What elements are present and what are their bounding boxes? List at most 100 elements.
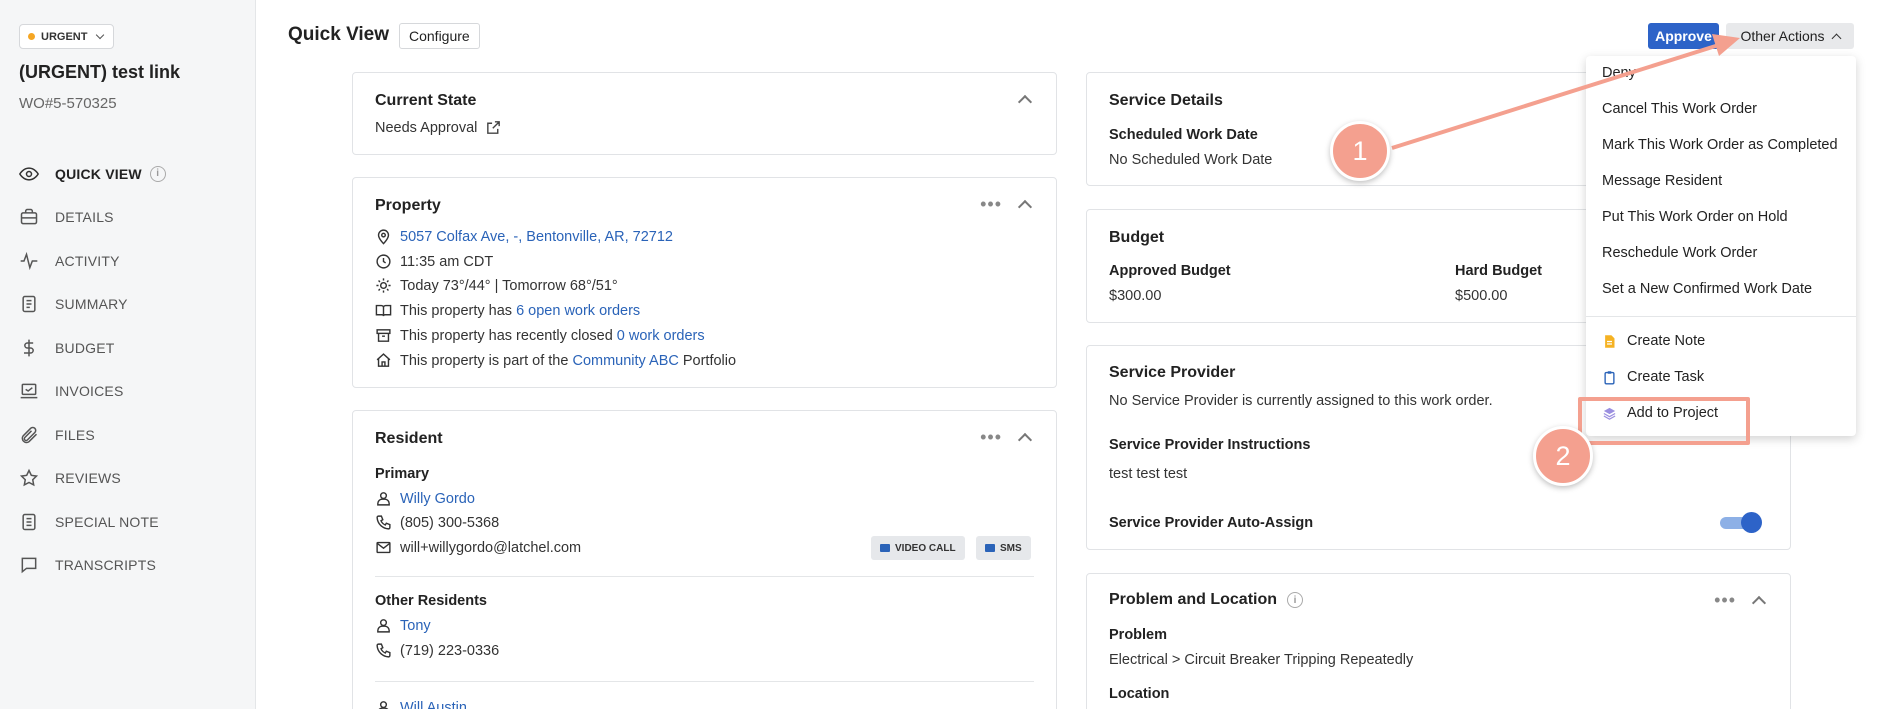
- more-icon[interactable]: •••: [980, 428, 1002, 446]
- urgency-dropdown[interactable]: URGENT: [19, 24, 115, 49]
- sidebar-item-reviews[interactable]: REVIEWS: [19, 457, 166, 501]
- phone-icon: [376, 515, 391, 530]
- book-icon: [375, 304, 392, 317]
- invoice-icon: [20, 383, 38, 399]
- other-actions-button[interactable]: Other Actions: [1726, 23, 1854, 49]
- collapse-icon[interactable]: [1751, 595, 1767, 611]
- user-icon: [377, 492, 390, 506]
- hard-budget-value: $500.00: [1455, 288, 1508, 304]
- divider: [375, 576, 1034, 577]
- menu-item-set-confirmed-date[interactable]: Set a New Confirmed Work Date: [1602, 281, 1812, 297]
- menu-item-put-on-hold[interactable]: Put This Work Order on Hold: [1602, 209, 1788, 225]
- instructions-label: Service Provider Instructions: [1109, 437, 1311, 453]
- external-link-icon[interactable]: [485, 119, 502, 136]
- sidebar-item-transcripts[interactable]: TRANSCRIPTS: [19, 544, 166, 588]
- current-state-value: Needs Approval: [375, 119, 478, 136]
- clock-icon: [376, 254, 391, 269]
- auto-assign-toggle[interactable]: [1720, 512, 1762, 533]
- sidebar-item-quick-view[interactable]: QUICK VIEW i: [19, 152, 166, 196]
- menu-item-create-task[interactable]: Create Task: [1602, 369, 1704, 385]
- resident-card: Resident ••• Primary Willy Gordo (805) 3…: [352, 410, 1057, 709]
- menu-item-message-resident[interactable]: Message Resident: [1602, 173, 1722, 189]
- property-address-link[interactable]: 5057 Colfax Ave, -, Bentonville, AR, 727…: [400, 229, 673, 245]
- problem-value: Electrical > Circuit Breaker Tripping Re…: [1109, 652, 1414, 668]
- open-orders-text: This property has 6 open work orders: [400, 302, 641, 319]
- sidebar-item-budget[interactable]: BUDGET: [19, 326, 166, 370]
- sms-button[interactable]: SMS: [976, 536, 1031, 560]
- paperclip-icon: [21, 426, 38, 443]
- more-icon[interactable]: •••: [1714, 591, 1736, 609]
- third-resident-link[interactable]: Will Austin: [400, 700, 467, 709]
- sidebar-item-label: BUDGET: [55, 339, 115, 356]
- other-actions-label: Other Actions: [1740, 28, 1825, 44]
- sidebar-item-special-note[interactable]: SPECIAL NOTE: [19, 500, 166, 544]
- menu-item-cancel[interactable]: Cancel This Work Order: [1602, 101, 1757, 117]
- collapse-icon[interactable]: [1017, 199, 1033, 215]
- sidebar-item-label: DETAILS: [55, 209, 114, 226]
- service-provider-status: No Service Provider is currently assigne…: [1109, 393, 1493, 409]
- sidebar-item-invoices[interactable]: INVOICES: [19, 370, 166, 414]
- mail-icon: [376, 541, 391, 554]
- sidebar-item-label: FILES: [55, 426, 95, 443]
- archive-icon: [376, 329, 391, 342]
- approved-budget-label: Approved Budget: [1109, 263, 1231, 279]
- star-icon: [19, 469, 39, 487]
- scheduled-date-value: No Scheduled Work Date: [1109, 152, 1273, 168]
- other-resident-link[interactable]: Tony: [400, 618, 431, 634]
- sidebar-nav: QUICK VIEW i DETAILS ACTIVITY SUMMARY BU…: [19, 152, 166, 587]
- card-title: Property: [375, 197, 441, 214]
- user-icon: [377, 619, 390, 633]
- activity-icon: [20, 251, 38, 270]
- card-title: Resident: [375, 430, 443, 447]
- auto-assign-label: Service Provider Auto-Assign: [1109, 515, 1314, 531]
- menu-divider: [1586, 316, 1856, 317]
- problem-label: Problem: [1109, 627, 1168, 643]
- current-state-card: Current State Needs Approval: [352, 72, 1057, 155]
- collapse-icon[interactable]: [1017, 432, 1033, 448]
- primary-resident-link[interactable]: Willy Gordo: [400, 491, 475, 507]
- sidebar-item-activity[interactable]: ACTIVITY: [19, 239, 166, 283]
- sidebar-item-details[interactable]: DETAILS: [19, 196, 166, 240]
- primary-label: Primary: [375, 466, 430, 482]
- chat-icon: [985, 544, 995, 552]
- step-2-marker: 2: [1533, 426, 1593, 486]
- briefcase-icon: [20, 209, 38, 225]
- closed-work-orders-link[interactable]: 0 work orders: [617, 328, 705, 344]
- menu-item-create-note[interactable]: Create Note: [1602, 333, 1705, 349]
- menu-item-reschedule[interactable]: Reschedule Work Order: [1602, 245, 1757, 261]
- other-residents-label: Other Residents: [375, 593, 487, 609]
- collapse-icon[interactable]: [1017, 94, 1033, 110]
- scheduled-date-label: Scheduled Work Date: [1109, 127, 1258, 143]
- step-1-marker: 1: [1330, 121, 1390, 181]
- portfolio-link[interactable]: Community ABC: [572, 353, 678, 369]
- configure-button[interactable]: Configure: [399, 23, 480, 49]
- more-icon[interactable]: •••: [980, 195, 1002, 213]
- info-icon[interactable]: i: [149, 165, 166, 182]
- menu-item-deny[interactable]: Deny: [1602, 65, 1636, 81]
- sidebar-item-files[interactable]: FILES: [19, 413, 166, 457]
- approve-button[interactable]: Approve: [1648, 23, 1719, 49]
- sun-icon: [376, 278, 391, 293]
- location-label: Location: [1109, 686, 1170, 702]
- card-title: Budget: [1109, 229, 1165, 246]
- portfolio-text: This property is part of the Community A…: [400, 352, 737, 369]
- info-icon[interactable]: i: [1287, 592, 1304, 608]
- open-work-orders-link[interactable]: 6 open work orders: [516, 303, 640, 319]
- closed-orders-text: This property has recently closed 0 work…: [400, 327, 705, 344]
- eye-icon: [19, 167, 39, 181]
- document-icon: [22, 296, 36, 313]
- weather: Today 73°/44° | Tomorrow 68°/51°: [400, 277, 618, 294]
- sidebar-item-label: ACTIVITY: [55, 252, 120, 269]
- primary-phone: (805) 300-5368: [400, 514, 500, 531]
- divider: [375, 681, 1034, 682]
- add-to-project-highlight: [1578, 397, 1750, 445]
- primary-email: will+willygordo@latchel.com: [400, 539, 582, 556]
- home-icon: [376, 353, 391, 367]
- note-icon: [1605, 334, 1615, 348]
- other-actions-menu: Deny Cancel This Work Order Mark This Wo…: [1586, 56, 1856, 436]
- video-call-button[interactable]: VIDEO CALL: [871, 536, 965, 560]
- location-pin-icon: [377, 229, 390, 245]
- sidebar-item-summary[interactable]: SUMMARY: [19, 283, 166, 327]
- menu-item-mark-completed[interactable]: Mark This Work Order as Completed: [1602, 137, 1838, 153]
- clipboard-icon: [1604, 370, 1615, 384]
